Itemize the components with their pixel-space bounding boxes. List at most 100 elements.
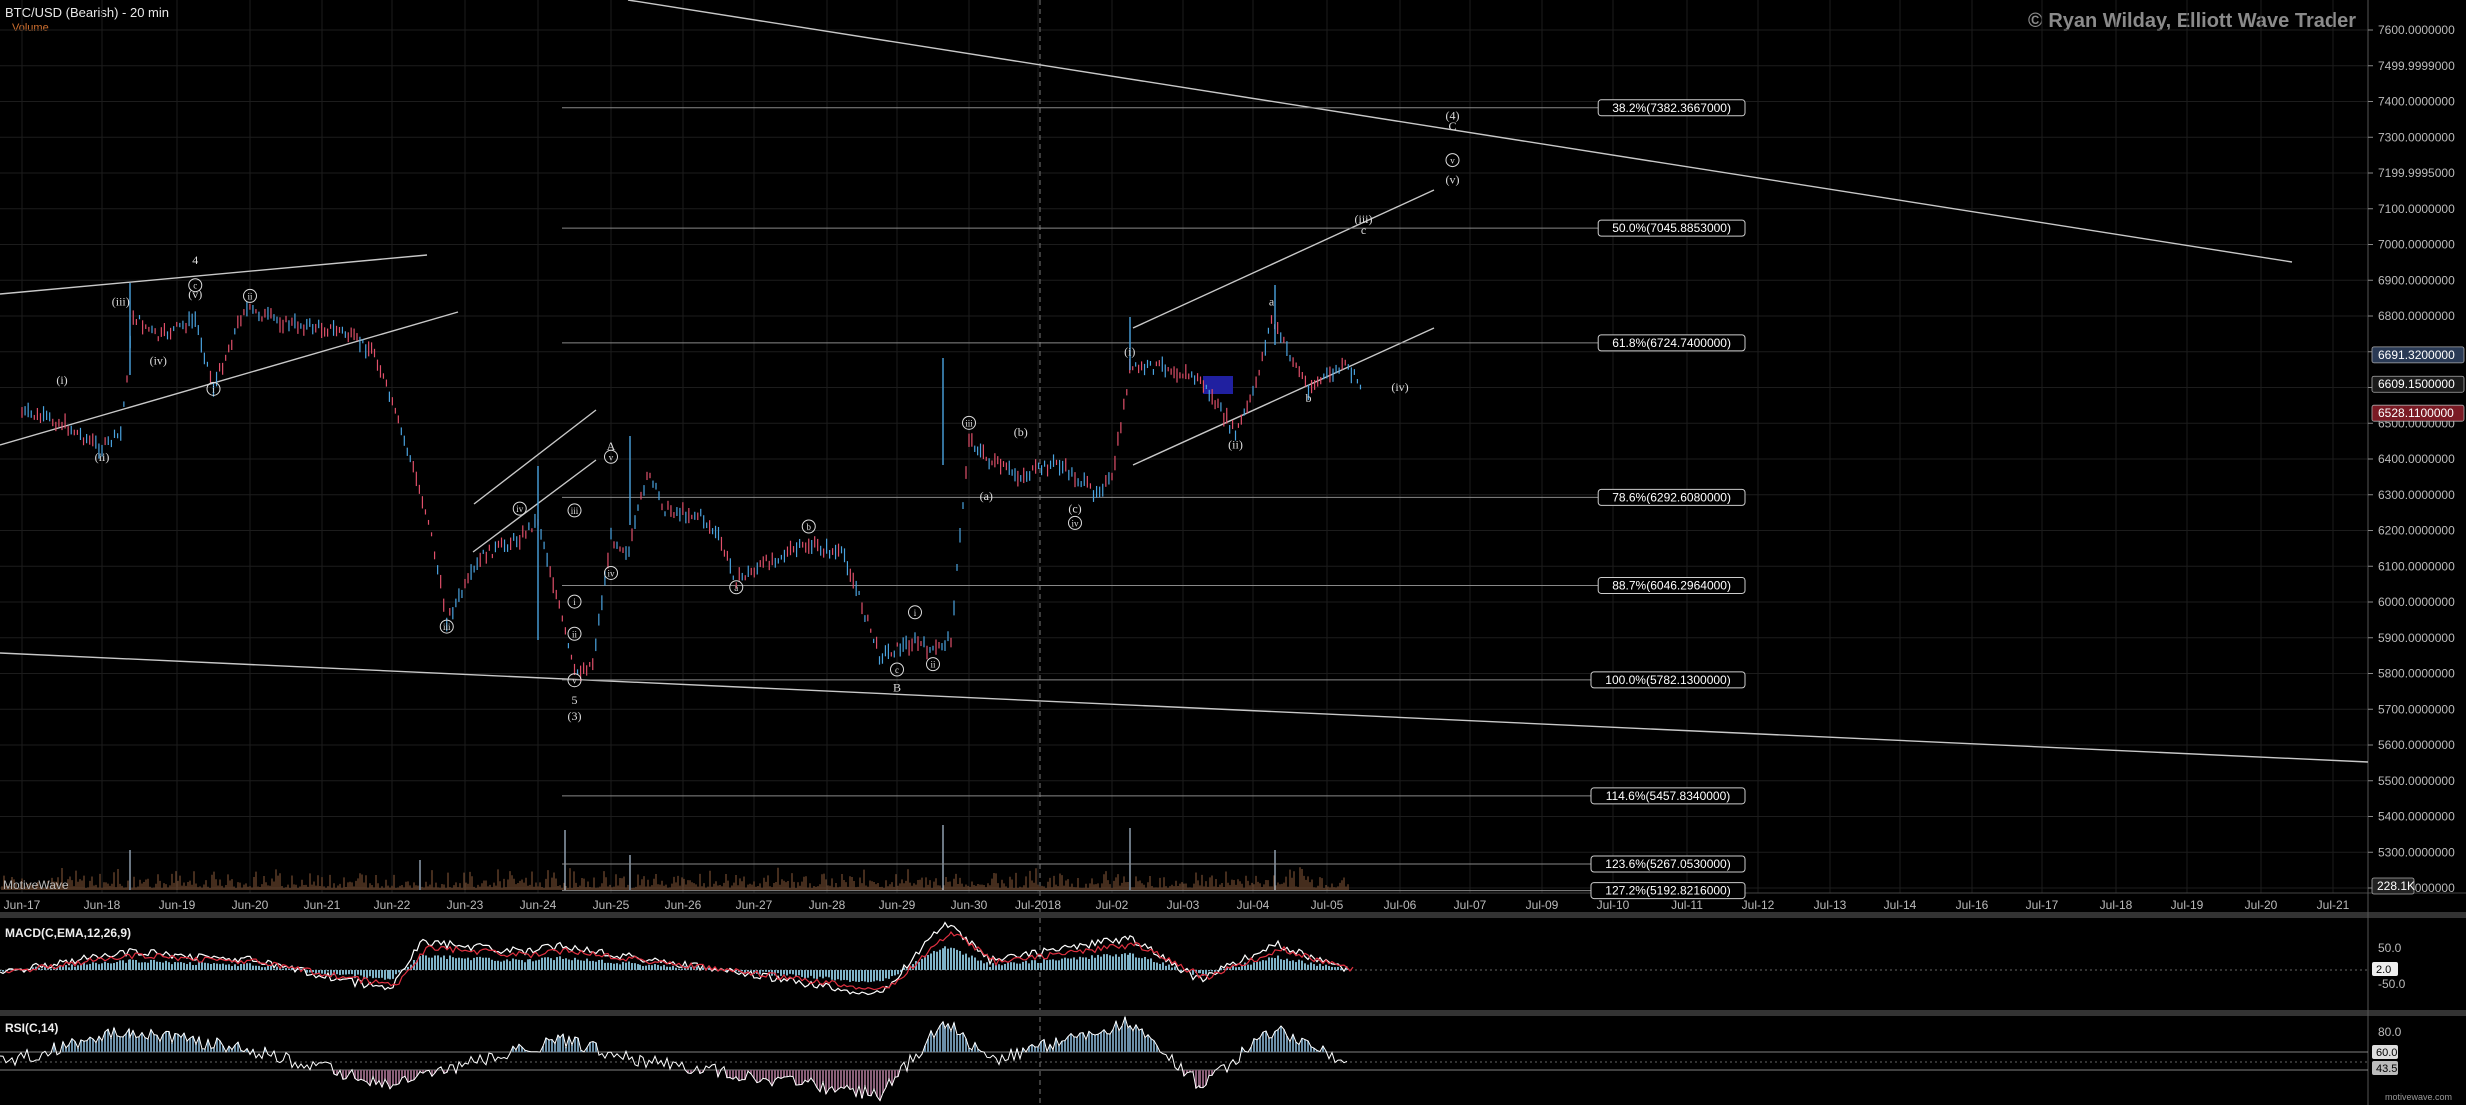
- y-tick-label-8: 6800.0000000: [2378, 309, 2455, 323]
- y-tick-label-17: 5900.0000000: [2378, 631, 2455, 645]
- y-tick-label-7: 6900.0000000: [2378, 273, 2455, 287]
- wave-label-16: (3): [568, 709, 582, 723]
- wave-label-10: iv: [516, 504, 524, 514]
- x-tick-label-20: Jul-07: [1454, 898, 1487, 912]
- x-tick-label-31: Jul-20: [2245, 898, 2278, 912]
- x-tick-label-16: Jul-03: [1167, 898, 1200, 912]
- x-tick-label-2: Jun-19: [159, 898, 196, 912]
- wedge-upper: [0, 254, 428, 295]
- x-tick-label-26: Jul-14: [1884, 898, 1917, 912]
- wave-label-32: (ii): [1228, 437, 1243, 451]
- panel-divider-1: [0, 912, 2466, 918]
- y-tick-label-2: 7400.0000000: [2378, 95, 2455, 109]
- panel-divider-2: [0, 1010, 2466, 1016]
- y-tick-label-22: 5400.0000000: [2378, 810, 2455, 824]
- price-tag-1: 6609.1500000: [2378, 377, 2455, 391]
- x-tick-label-23: Jul-11: [1671, 898, 1703, 912]
- y-tick-label-23: 5300.0000000: [2378, 845, 2455, 859]
- fib-label-4: 88.7%(6046.2964000): [1612, 578, 1731, 592]
- wave-label-24: B: [893, 680, 901, 694]
- x-tick-label-12: Jun-29: [879, 898, 916, 912]
- wave-label-8: ii: [247, 291, 253, 301]
- rsi-title: RSI(C,14): [5, 1021, 58, 1035]
- price-tag-2: 6528.1100000: [2378, 406, 2454, 420]
- wave-label-13: ii: [572, 629, 578, 639]
- rsi-tick-0: 80.0: [2378, 1025, 2402, 1039]
- y-tick-label-20: 5600.0000000: [2378, 738, 2455, 752]
- wave-label-15: 5: [572, 693, 578, 707]
- x-tick-label-5: Jun-22: [374, 898, 411, 912]
- y-tick-label-0: 7600.0000000: [2378, 23, 2455, 37]
- ending-diagonal-upper: [1132, 189, 1435, 329]
- wave-label-27: (b): [1014, 425, 1028, 439]
- y-tick-label-19: 5700.0000000: [2378, 702, 2455, 716]
- channel-lower: [0, 652, 2369, 763]
- volume-tag: 228.1K: [2377, 879, 2415, 893]
- y-tick-label-21: 5500.0000000: [2378, 774, 2455, 788]
- macd-title: MACD(C,EMA,12,26,9): [5, 926, 131, 940]
- blue-marker: [1203, 376, 1233, 394]
- wave-label-5: c: [193, 281, 197, 291]
- x-tick-label-17: Jul-04: [1237, 898, 1270, 912]
- wave-label-22: i: [914, 608, 917, 618]
- fib-label-0: 38.2%(7382.3667000): [1612, 101, 1731, 115]
- wave-label-28: (a): [980, 489, 993, 503]
- wave-label-11: iii: [571, 506, 579, 516]
- fib-label-3: 78.6%(6292.6080000): [1612, 490, 1731, 504]
- y-tick-label-15: 6100.0000000: [2378, 559, 2455, 573]
- x-tick-label-15: Jul-02: [1096, 898, 1129, 912]
- wave-label-25: ii: [930, 660, 936, 670]
- brand-label: MotiveWave: [3, 878, 69, 892]
- y-tick-label-12: 6400.0000000: [2378, 452, 2455, 466]
- wave-label-6: 4: [192, 253, 198, 267]
- wave-label-9: iii: [443, 622, 451, 632]
- wave-label-34: b: [1306, 391, 1312, 405]
- wave-label-21: b: [807, 522, 812, 532]
- rsi-tag-1: 43.5: [2376, 1063, 2397, 1075]
- y-tick-label-3: 7300.0000000: [2378, 130, 2455, 144]
- footer-brand: motivewave.com: [2385, 1092, 2452, 1102]
- wave-label-31: (i): [1124, 344, 1135, 358]
- x-tick-label-4: Jun-21: [304, 898, 341, 912]
- fib-label-8: 127.2%(5192.8216000): [1605, 884, 1730, 898]
- x-tick-label-22: Jul-10: [1597, 898, 1630, 912]
- x-tick-label-32: Jul-21: [2317, 898, 2350, 912]
- fibonacci-levels: 38.2%(7382.3667000) 50.0%(7045.8853000) 61…: [562, 99, 1746, 900]
- rsi-panel: RSI(C,14) 80.0 60.0 43.5: [0, 1015, 2402, 1102]
- wave-label-33: a: [1269, 294, 1275, 308]
- wave-label-40: v: [1450, 156, 1455, 166]
- x-tick-label-0: Jun-17: [4, 898, 41, 912]
- y-tick-label-5: 7100.0000000: [2378, 202, 2455, 216]
- wave-label-37: c: [1361, 223, 1366, 237]
- wave-label-7: i: [212, 384, 215, 394]
- trendlines: [0, 0, 2369, 763]
- wave-label-35: (iv): [1391, 380, 1408, 394]
- wave-label-29: (c): [1068, 502, 1081, 516]
- price-tag-0: 6691.3200000: [2378, 348, 2455, 362]
- wave-label-39: C: [1448, 119, 1456, 133]
- price-axis: 7600.0000000 7499.9999000 7400.0000000 7300…: [2368, 23, 2465, 895]
- wedge-lower: [0, 311, 459, 446]
- wave4-channel-a: [473, 409, 597, 505]
- y-tick-label-18: 5800.0000000: [2378, 667, 2455, 681]
- wave-label-14: v: [572, 676, 577, 686]
- x-tick-label-9: Jun-26: [665, 898, 702, 912]
- macd-tick-1: -50.0: [2378, 977, 2406, 991]
- wave-label-0: (i): [56, 373, 67, 387]
- chart-canvas[interactable]: 38.2%(7382.3667000) 50.0%(7045.8853000) 61…: [0, 0, 2466, 1105]
- macd-tick-0: 50.0: [2378, 941, 2402, 955]
- time-axis: Jun-17 Jun-18 Jun-19 Jun-20 Jun-21 Jun-22 Jun-…: [4, 898, 2350, 912]
- wave-label-41: (v): [1446, 173, 1460, 187]
- y-tick-label-4: 7199.9995000: [2378, 166, 2455, 180]
- fib-label-1: 50.0%(7045.8853000): [1612, 221, 1731, 235]
- y-tick-label-16: 6000.0000000: [2378, 595, 2455, 609]
- rsi-tag-0: 60.0: [2376, 1047, 2397, 1059]
- wave-label-19: iv: [607, 568, 615, 578]
- rsi-line: [0, 1015, 1348, 1102]
- x-tick-label-19: Jul-06: [1384, 898, 1417, 912]
- x-tick-label-11: Jun-28: [809, 898, 846, 912]
- x-tick-label-10: Jun-27: [736, 898, 773, 912]
- x-tick-label-30: Jul-19: [2171, 898, 2204, 912]
- wave-label-26: iii: [965, 418, 973, 428]
- y-tick-label-1: 7499.9999000: [2378, 59, 2455, 73]
